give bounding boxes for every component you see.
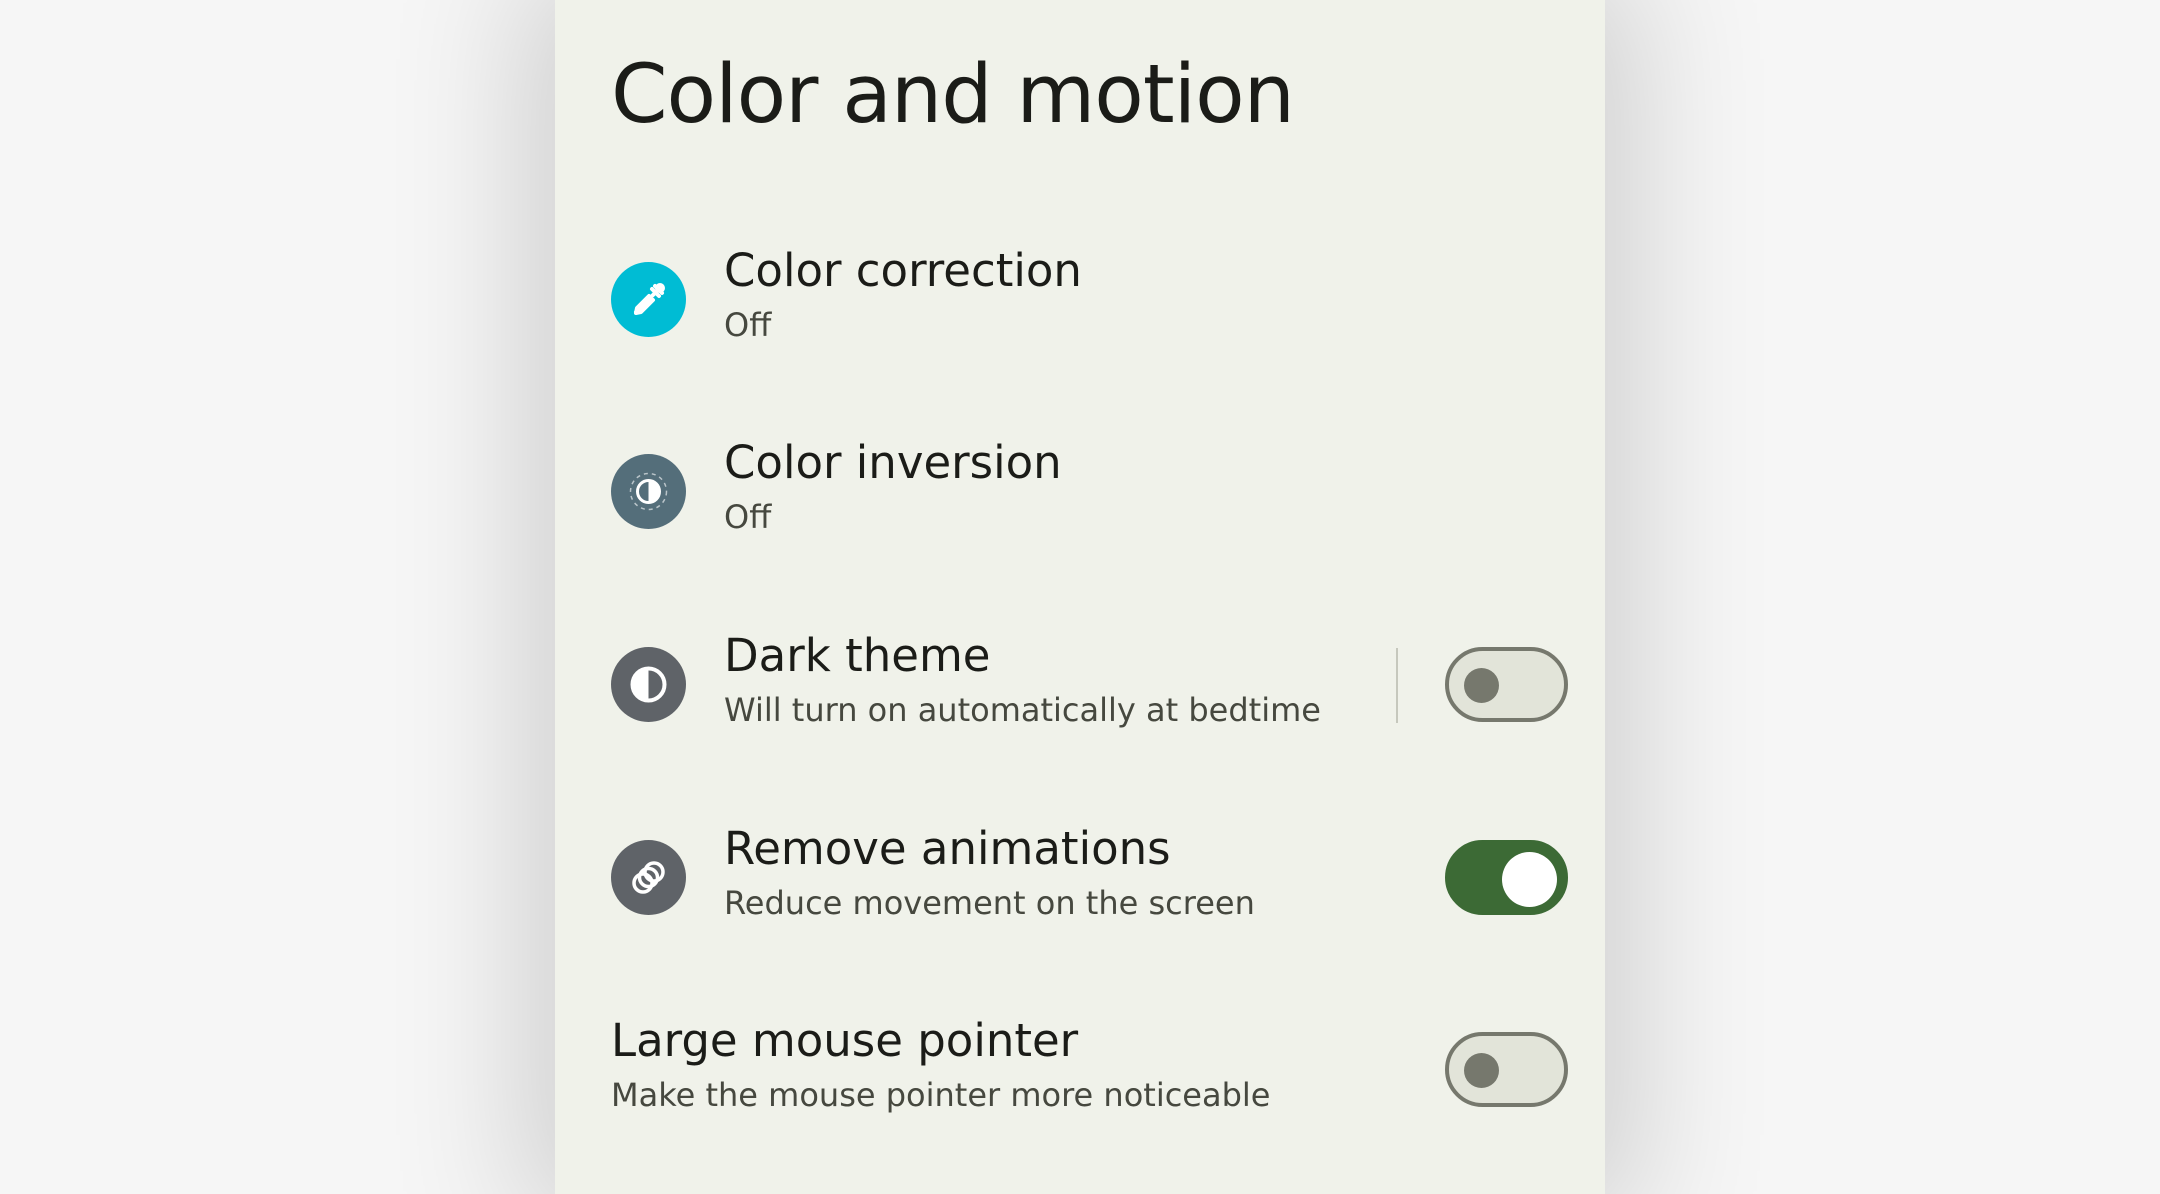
setting-row-color-correction[interactable]: Color correction Off [555, 225, 1605, 375]
settings-panel: Color and motion Color correction Off Co… [555, 0, 1605, 1194]
divider [1396, 648, 1398, 723]
setting-title: Color inversion [724, 436, 1062, 489]
eyedropper-icon [611, 262, 686, 337]
setting-title: Dark theme [724, 629, 991, 682]
setting-title: Large mouse pointer [611, 1014, 1079, 1067]
setting-title: Color correction [724, 244, 1082, 297]
setting-row-dark-theme[interactable]: Dark theme Will turn on automatically at… [555, 610, 1605, 760]
page-title: Color and motion [611, 48, 1295, 142]
setting-subtitle: Make the mouse pointer more noticeable [611, 1076, 1271, 1114]
animation-icon [611, 840, 686, 915]
setting-subtitle: Will turn on automatically at bedtime [724, 691, 1321, 729]
toggle-thumb [1464, 668, 1499, 703]
setting-subtitle: Off [724, 306, 772, 344]
setting-subtitle: Reduce movement on the screen [724, 884, 1255, 922]
setting-row-remove-animations[interactable]: Remove animations Reduce movement on the… [555, 803, 1605, 953]
row-text: Color correction Off [724, 243, 1082, 349]
setting-subtitle: Off [724, 498, 772, 536]
dark-theme-toggle[interactable] [1445, 647, 1568, 722]
row-text: Color inversion Off [724, 435, 1062, 541]
row-text: Remove animations Reduce movement on the… [724, 821, 1255, 927]
remove-animations-toggle[interactable] [1445, 840, 1568, 915]
setting-row-color-inversion[interactable]: Color inversion Off [555, 417, 1605, 567]
row-text: Large mouse pointer Make the mouse point… [611, 1013, 1270, 1119]
color-inversion-icon [611, 454, 686, 529]
toggle-thumb [1464, 1053, 1499, 1088]
row-text: Dark theme Will turn on automatically at… [724, 628, 1321, 734]
large-mouse-pointer-toggle[interactable] [1445, 1032, 1568, 1107]
contrast-icon [611, 647, 686, 722]
toggle-thumb [1502, 852, 1557, 907]
setting-row-large-mouse-pointer[interactable]: Large mouse pointer Make the mouse point… [555, 995, 1605, 1145]
setting-title: Remove animations [724, 822, 1171, 875]
